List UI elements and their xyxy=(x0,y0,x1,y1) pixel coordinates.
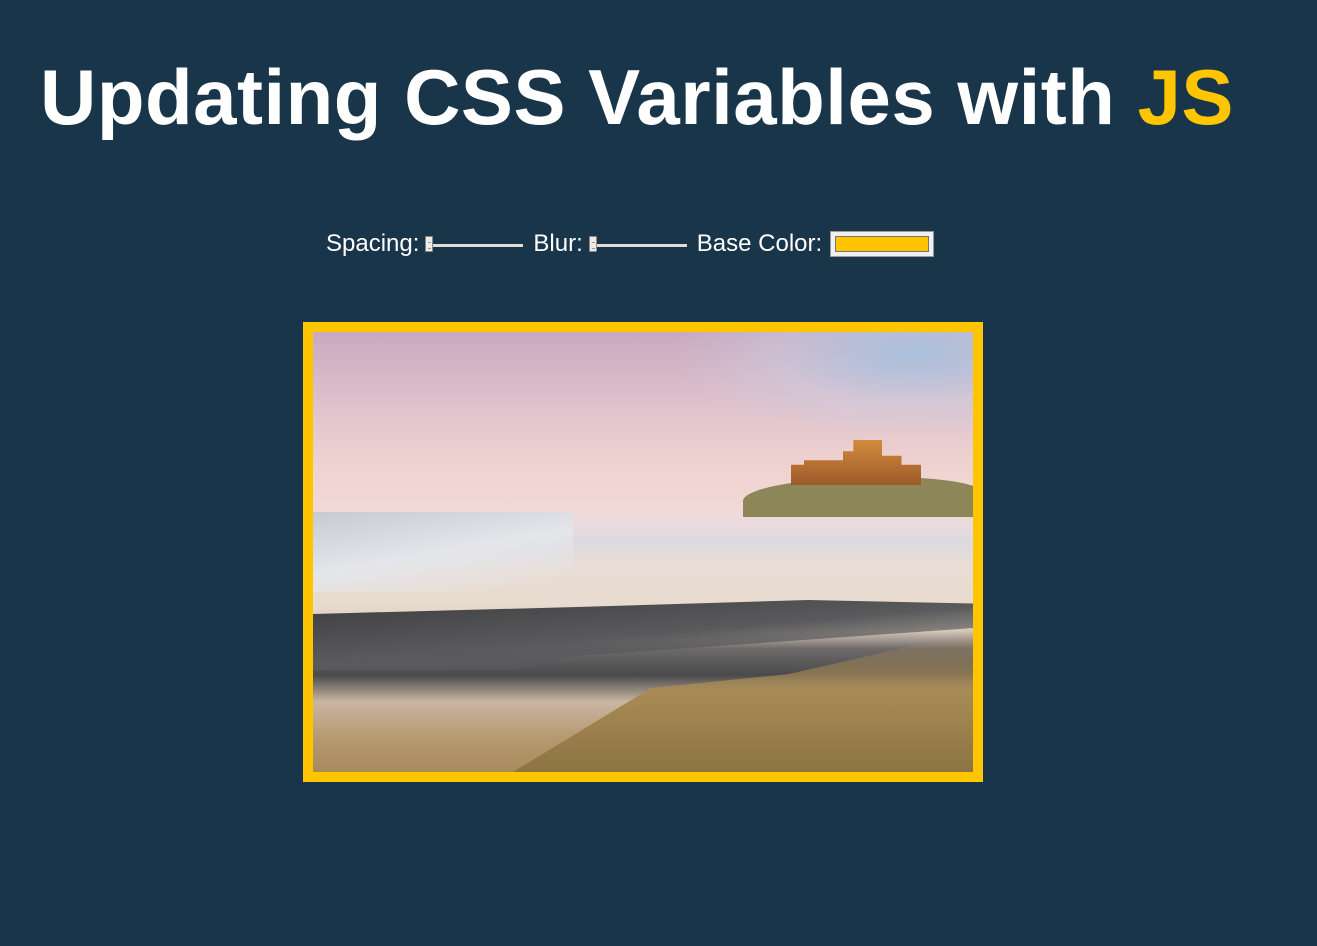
base-color-label: Base Color: xyxy=(696,230,823,257)
beach-castle-photo xyxy=(313,332,973,772)
slider-track xyxy=(427,244,524,247)
slider-thumb[interactable] xyxy=(425,236,434,252)
spacing-slider[interactable] xyxy=(425,234,524,254)
title-highlight: JS xyxy=(1137,53,1234,141)
blur-slider[interactable] xyxy=(588,234,687,254)
slider-track xyxy=(590,244,687,247)
base-color-picker[interactable] xyxy=(830,231,935,257)
spacing-label: Spacing: xyxy=(326,230,420,257)
controls: Spacing: Blur: Base Color: xyxy=(326,229,935,259)
image-frame xyxy=(303,322,983,782)
color-swatch xyxy=(835,236,930,252)
page-title: Updating CSS Variables with JS xyxy=(40,53,1234,141)
blur-label: Blur: xyxy=(533,230,583,257)
slider-thumb[interactable] xyxy=(588,236,597,252)
